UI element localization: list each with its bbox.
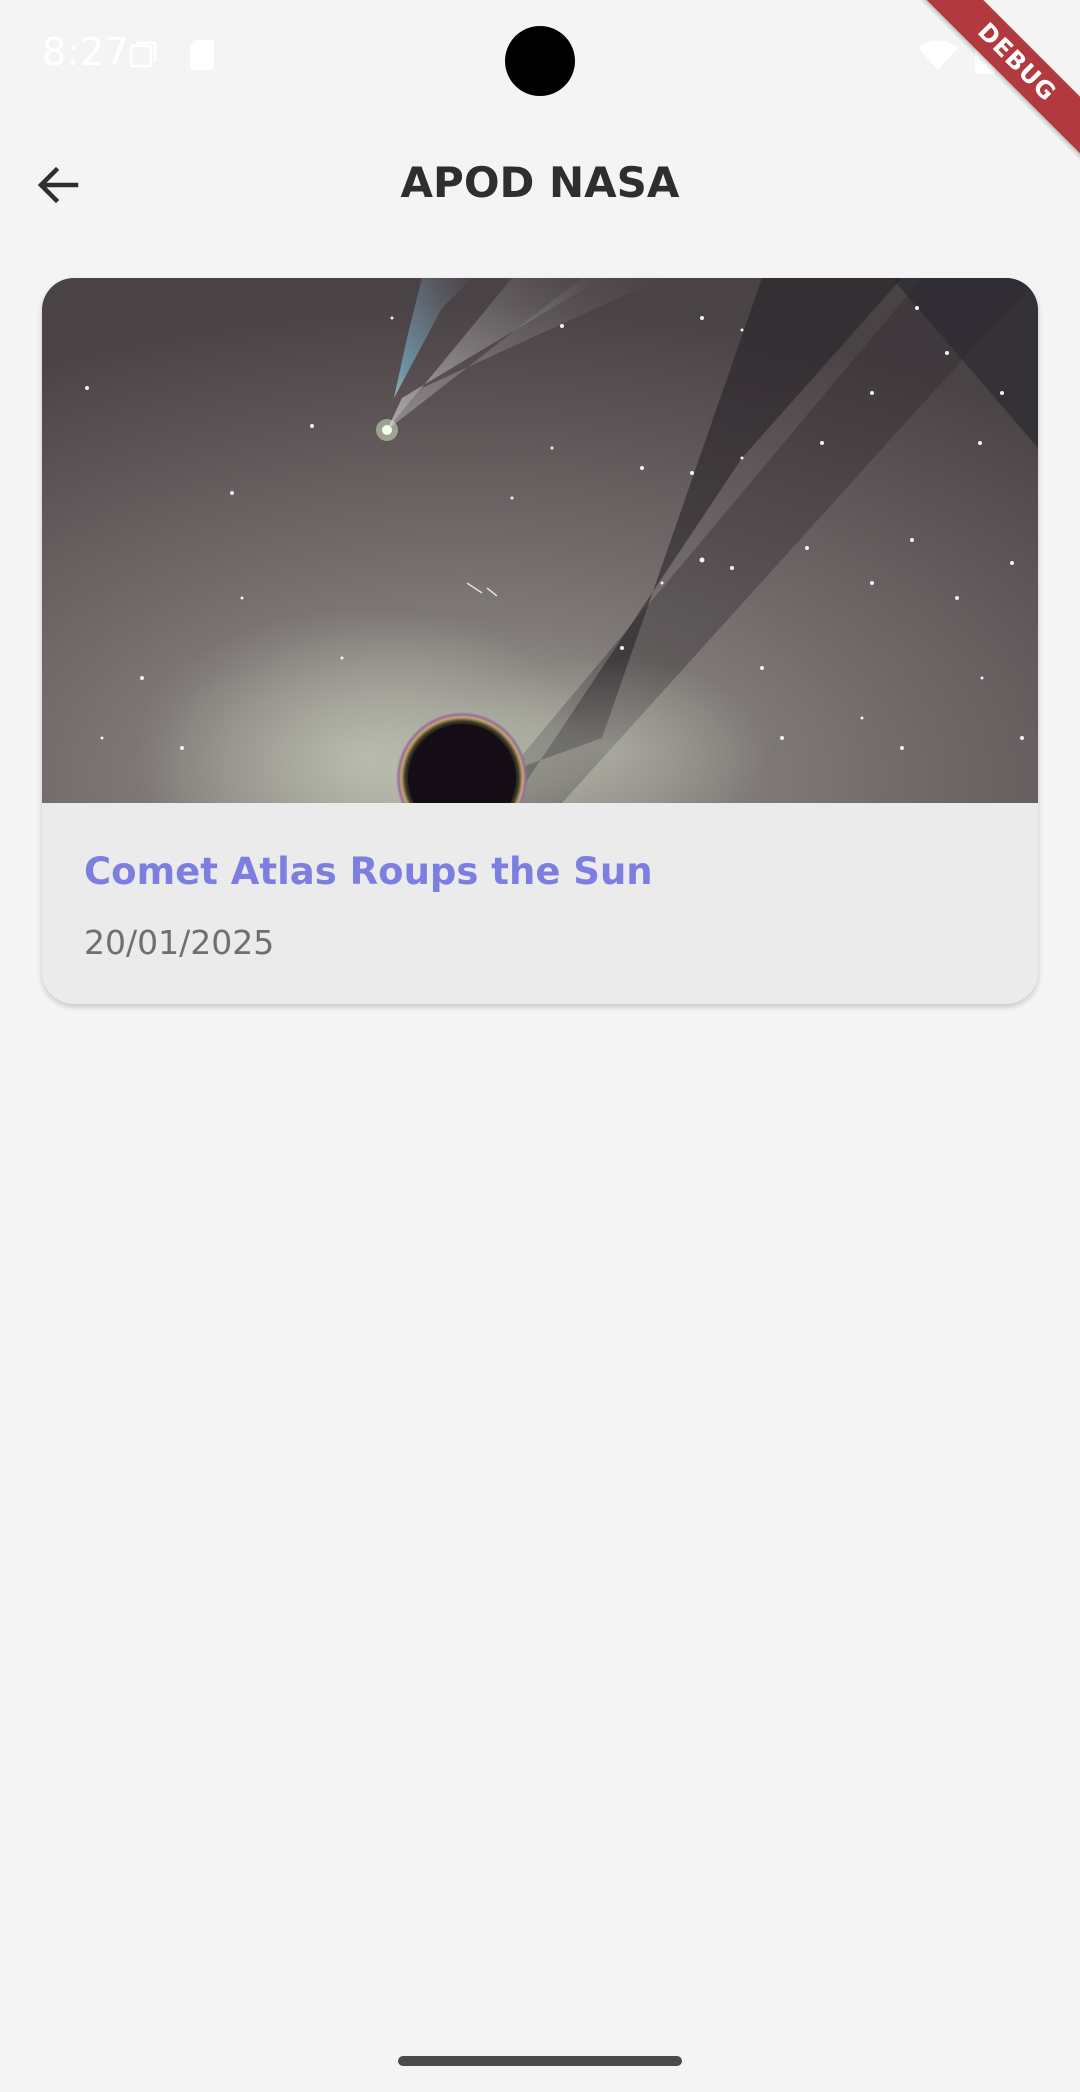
card-body [42, 803, 1038, 1004]
card-date: 20/01/2025 [84, 923, 275, 962]
camera-cutout [505, 26, 575, 96]
card-title: Comet Atlas Roups the Sun [84, 850, 653, 893]
app-bar: APOD NASA [0, 130, 1080, 240]
status-time: 8:27 [42, 30, 130, 74]
wifi-icon [916, 38, 960, 72]
comet-near-sun-image [42, 278, 1038, 908]
notification-icon [128, 40, 158, 70]
battery-icon [974, 34, 996, 74]
sd-card-icon [188, 38, 216, 72]
home-indicator[interactable] [398, 2056, 682, 2066]
apod-card[interactable]: Comet Atlas Roups the Sun 20/01/2025 [42, 278, 1038, 1004]
page-title: APOD NASA [400, 158, 680, 207]
status-bar: 8:27 [0, 0, 1080, 110]
